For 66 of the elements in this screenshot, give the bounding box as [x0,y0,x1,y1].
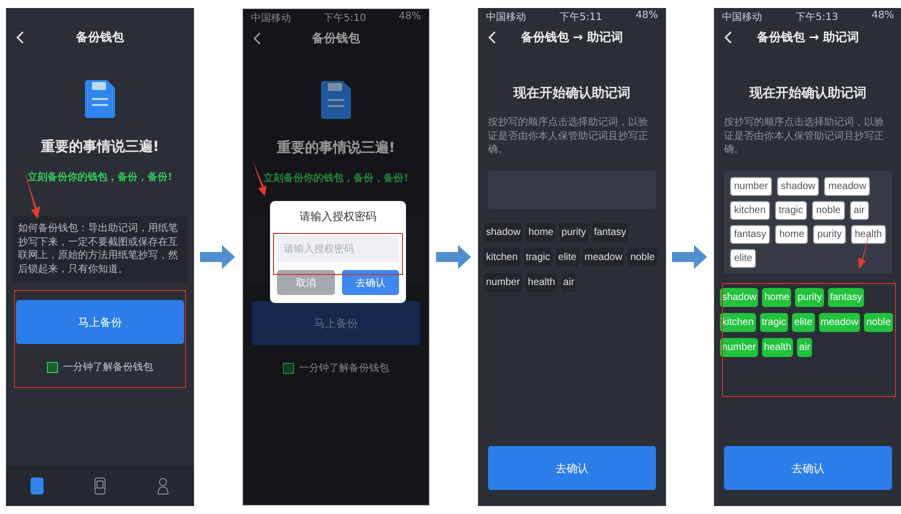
confirm-button[interactable]: 去确认 [488,446,656,490]
wallet-tab-icon[interactable] [30,477,44,495]
arrow-icon [200,244,236,270]
confirm-button[interactable]: 去确认 [342,270,399,295]
selected-word-chip[interactable]: noble [812,200,845,220]
screen-title: 备份钱包 → 助记词 [756,28,860,46]
back-icon[interactable] [16,31,24,44]
word-chip[interactable]: noble [628,248,657,266]
password-field[interactable]: 请输入授权密码 [277,236,399,262]
selected-word-chip[interactable]: number [730,176,772,196]
word-chip[interactable]: air [561,272,576,292]
word-chip[interactable]: tragic [524,248,552,266]
selected-word-chip[interactable]: fantasy [730,224,770,244]
warning-heading: 重要的事情说三遍! [276,139,396,157]
word-chip[interactable]: shadow [484,222,522,242]
carrier-label: 中国移动 [722,10,762,22]
help-link[interactable]: 一分钟了解备份钱包 [299,361,389,375]
word-chip[interactable]: fantasy [592,222,628,242]
selected-word-chip[interactable]: kitchen [730,200,770,220]
person-tab-icon[interactable] [156,477,170,495]
confirm-heading: 现在开始确认助记词 [514,85,630,102]
battery-level: 48% [636,10,658,22]
screen-title: 备份钱包 [312,30,360,46]
backup-reminder: 立刻备份你的钱包，备份，备份! [28,170,172,184]
help-icon [47,362,58,372]
confirm-button[interactable]: 去确认 [724,446,892,490]
arrow-icon [436,244,472,270]
help-link[interactable]: 一分钟了解备份钱包 [63,360,153,374]
backup-reminder: 立刻备份你的钱包，备份，备份! [264,171,408,185]
instruction-text: 按抄写的顺序点击选择助记词，以验证是否由你本人保管助记词且抄写正确。 [724,116,885,156]
backup-instructions: 如何备份钱包：导出助记词，用纸笔抄写下来，一定不要截图或保存在互联网上，原始的方法用纸笔抄写，然后锁起来，只有你知道。 [18,222,179,276]
selected-word-chip[interactable]: shadow [776,176,820,196]
arrow-icon [672,244,708,270]
instruction-text: 按抄写的顺序点击选择助记词，以验证是否由你本人保管助记词且抄写正确。 [488,116,649,156]
word-chip[interactable]: health [526,272,558,292]
selected-word-chip[interactable]: tragic [774,200,808,220]
phone-tab-icon[interactable] [92,477,107,495]
selected-word-chip[interactable]: air [850,200,869,220]
back-icon[interactable] [253,32,261,45]
word-chip[interactable]: meadow [582,248,624,266]
confirm-heading: 现在开始确认助记词 [750,85,866,102]
clock-time: 下午5:10 [324,12,366,23]
selected-word-chip[interactable]: meadow [824,176,870,196]
word-chip[interactable]: kitchen [484,248,520,266]
dialog-title: 请输入授权密码 [298,209,378,224]
word-chip[interactable]: number [484,272,522,292]
clock-time: 下午5:11 [560,11,602,22]
battery-level: 48% [872,10,894,22]
carrier-label: 中国移动 [251,12,291,23]
battery-level: 48% [398,11,421,23]
carrier-label: 中国移动 [486,10,526,22]
word-chip[interactable]: elite [556,248,578,266]
help-icon [283,362,294,374]
screen-title: 备份钱包 → 助记词 [520,28,624,46]
selected-word-chip[interactable]: health [850,224,886,244]
selected-word-chip[interactable]: home [775,224,808,244]
selected-word-chip[interactable]: elite [730,248,756,268]
back-icon[interactable] [488,31,496,44]
selected-word-chip[interactable]: purity [813,224,846,244]
warning-heading: 重要的事情说三遍! [40,138,160,156]
backup-now-button[interactable]: 马上备份 [16,300,184,344]
word-chip[interactable]: purity [559,222,588,242]
clock-time: 下午5:13 [796,11,838,22]
back-icon[interactable] [724,31,732,44]
screen-title: 备份钱包 [76,28,124,46]
word-chip[interactable]: home [526,222,556,242]
